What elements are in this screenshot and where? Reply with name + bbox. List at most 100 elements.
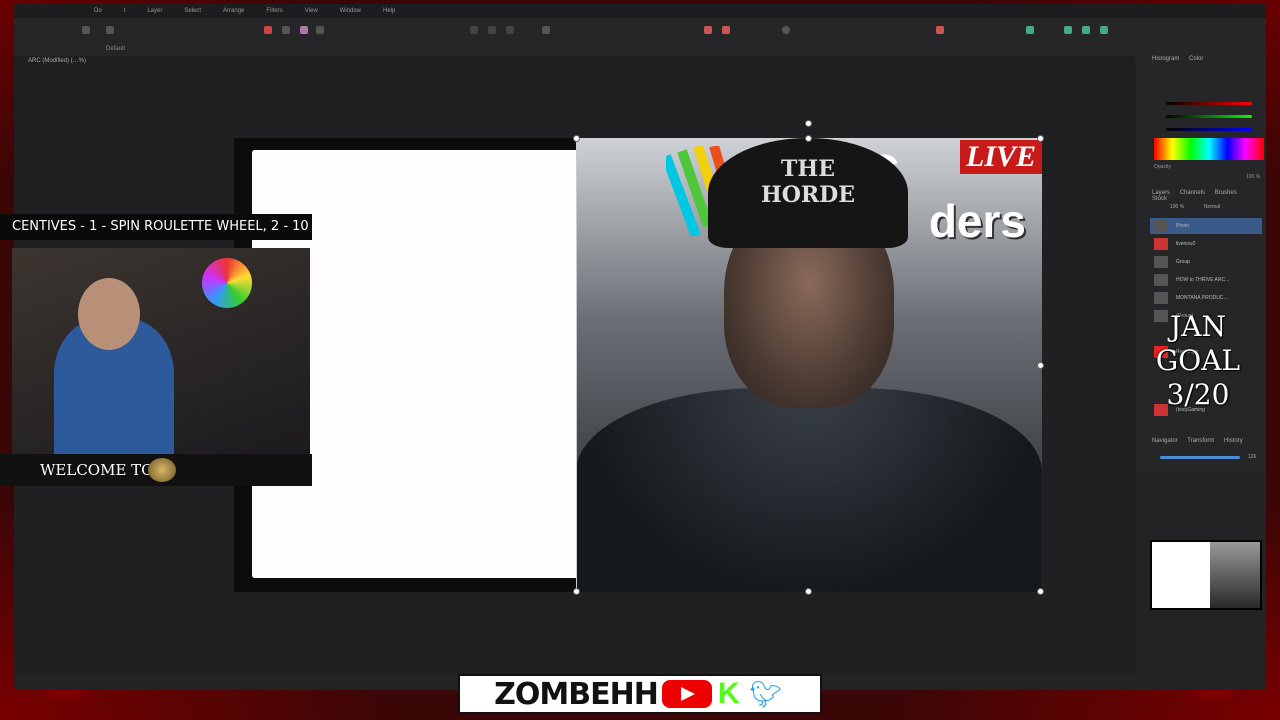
- goal-title: JAN GOAL: [1155, 310, 1241, 377]
- layer-thumbnail: [1154, 256, 1168, 268]
- menu-bar: Do t Layer Select Arrange Filters View W…: [14, 4, 1266, 18]
- webcam-overlay: CENTIVES - 1 - SPIN ROULETTE WHEEL, 2 - …: [0, 214, 312, 486]
- selection-handle[interactable]: [1037, 135, 1044, 142]
- layer-row[interactable]: MONTANA PRODUC...: [1150, 290, 1262, 306]
- studio-icon[interactable]: [1100, 26, 1108, 34]
- rotate-handle[interactable]: [805, 120, 812, 127]
- horde-badge-icon: [148, 458, 176, 482]
- goal-progress: 3/20: [1166, 378, 1230, 411]
- monthly-goal: JAN GOAL 3/20: [1138, 310, 1258, 412]
- share-icon[interactable]: [1064, 26, 1072, 34]
- live-label: LIVE: [959, 140, 1042, 174]
- logo-text-fragment: ders: [928, 195, 1026, 247]
- document-tab-bar: ARC (Modified) (…%): [14, 56, 1134, 68]
- menu-item-document[interactable]: Do: [94, 4, 102, 18]
- welcome-bar: WELCOME TO: [0, 454, 312, 486]
- layer-thumbnail: [1154, 238, 1168, 250]
- layer-name: Group: [1176, 259, 1190, 265]
- cap-text-line2: HORDE: [760, 182, 856, 208]
- view-mode-icon[interactable]: [542, 26, 550, 34]
- menu-item-select[interactable]: Select: [184, 4, 201, 18]
- context-toolbar: Default: [14, 44, 1266, 56]
- layers-panel-tabs: Layers Channels Brushes Stock: [1152, 190, 1266, 202]
- streamer-head: [78, 278, 140, 350]
- preview-thumbnail: [1150, 540, 1262, 610]
- layer-name: MONTANA PRODUC...: [1176, 295, 1228, 301]
- brush-icon[interactable]: [282, 26, 290, 34]
- distribute-icon[interactable]: [488, 26, 496, 34]
- youtube-icon: [661, 680, 712, 708]
- tab-transform[interactable]: Transform: [1187, 438, 1214, 444]
- zoom-value[interactable]: 126: [1248, 454, 1256, 460]
- blue-slider[interactable]: [1166, 128, 1252, 131]
- color-spectrum[interactable]: [1154, 138, 1264, 160]
- layer-thumbnail: [1154, 274, 1168, 286]
- tab-histogram[interactable]: Histogram: [1152, 56, 1179, 62]
- welcome-text: WELCOME TO: [40, 461, 154, 479]
- publish-icon[interactable]: [1082, 26, 1090, 34]
- kick-icon: K: [718, 677, 740, 710]
- menu-item-filters[interactable]: Filters: [266, 4, 282, 18]
- selection-handle[interactable]: [805, 588, 812, 595]
- menu-item-text[interactable]: t: [124, 4, 126, 18]
- layer-row[interactable]: Photo: [1150, 218, 1262, 234]
- pen-icon[interactable]: [264, 26, 272, 34]
- blend-mode-dropdown[interactable]: Normal: [1204, 204, 1220, 210]
- color-icon[interactable]: [300, 26, 308, 34]
- document-tab[interactable]: ARC (Modified) (…%): [28, 58, 86, 64]
- layer-thumbnail: [1154, 220, 1168, 232]
- cap-text: THE HORDE: [708, 156, 908, 208]
- assistant-icon[interactable]: [782, 26, 790, 34]
- layer-name: Photo: [1176, 223, 1190, 229]
- tab-color[interactable]: Color: [1189, 56, 1203, 62]
- tab-navigator[interactable]: Navigator: [1152, 438, 1178, 444]
- brand-footer: ZOMBEHH K 🐦︎: [458, 674, 822, 714]
- selected-photo-layer[interactable]: C ders LIVE THE HORDE: [576, 138, 1042, 592]
- roulette-wheel-icon: [202, 258, 252, 308]
- layer-thumbnail: [1154, 292, 1168, 304]
- zoom-slider[interactable]: [1160, 456, 1240, 459]
- selection-handle[interactable]: [573, 135, 580, 142]
- export-icon[interactable]: [1026, 26, 1034, 34]
- menu-item-window[interactable]: Window: [340, 4, 361, 18]
- settings-icon[interactable]: [316, 26, 324, 34]
- red-slider[interactable]: [1166, 102, 1252, 105]
- opacity-label: Opacity: [1154, 164, 1171, 170]
- layer-row[interactable]: livenow2: [1150, 236, 1262, 252]
- navigator-panel-tabs: Navigator Transform History: [1152, 438, 1251, 444]
- layer-opacity-field[interactable]: 100 %: [1170, 204, 1184, 210]
- menu-item-layer[interactable]: Layer: [147, 4, 162, 18]
- tab-history[interactable]: History: [1224, 438, 1243, 444]
- document-canvas[interactable]: C ders LIVE THE HORDE: [234, 120, 1044, 595]
- main-toolbar: [14, 18, 1266, 45]
- tab-channels[interactable]: Channels: [1180, 190, 1205, 196]
- layer-row[interactable]: Group: [1150, 254, 1262, 270]
- color-panel-tabs: Histogram Color: [1152, 56, 1211, 62]
- persona-icon[interactable]: [82, 26, 90, 34]
- layer-row[interactable]: HOW to THRIVE ARC...: [1150, 272, 1262, 288]
- layer-name: HOW to THRIVE ARC...: [1176, 277, 1230, 283]
- selection-handle[interactable]: [805, 135, 812, 142]
- menu-item-arrange[interactable]: Arrange: [223, 4, 244, 18]
- menu-item-view[interactable]: View: [305, 4, 318, 18]
- snap-icon[interactable]: [704, 26, 712, 34]
- selection-handle[interactable]: [573, 588, 580, 595]
- armor-figure: [576, 388, 1042, 592]
- twitter-icon: 🐦︎: [749, 679, 783, 709]
- cap-figure: THE HORDE: [708, 138, 908, 248]
- cap-text-line1: THE: [781, 156, 835, 182]
- align-icon[interactable]: [470, 26, 478, 34]
- grid-icon[interactable]: [106, 26, 114, 34]
- order-icon[interactable]: [506, 26, 514, 34]
- menu-item-help[interactable]: Help: [383, 4, 395, 18]
- selection-handle[interactable]: [1037, 362, 1044, 369]
- incentives-ticker: CENTIVES - 1 - SPIN ROULETTE WHEEL, 2 - …: [0, 214, 312, 240]
- webcam-feed: [12, 248, 310, 458]
- selection-handle[interactable]: [1037, 588, 1044, 595]
- preset-dropdown[interactable]: Default: [106, 46, 125, 52]
- tab-stock[interactable]: Stock: [1152, 196, 1167, 202]
- green-slider[interactable]: [1166, 115, 1252, 118]
- boolean-icon[interactable]: [936, 26, 944, 34]
- snap-options-icon[interactable]: [722, 26, 730, 34]
- tab-brushes[interactable]: Brushes: [1215, 190, 1237, 196]
